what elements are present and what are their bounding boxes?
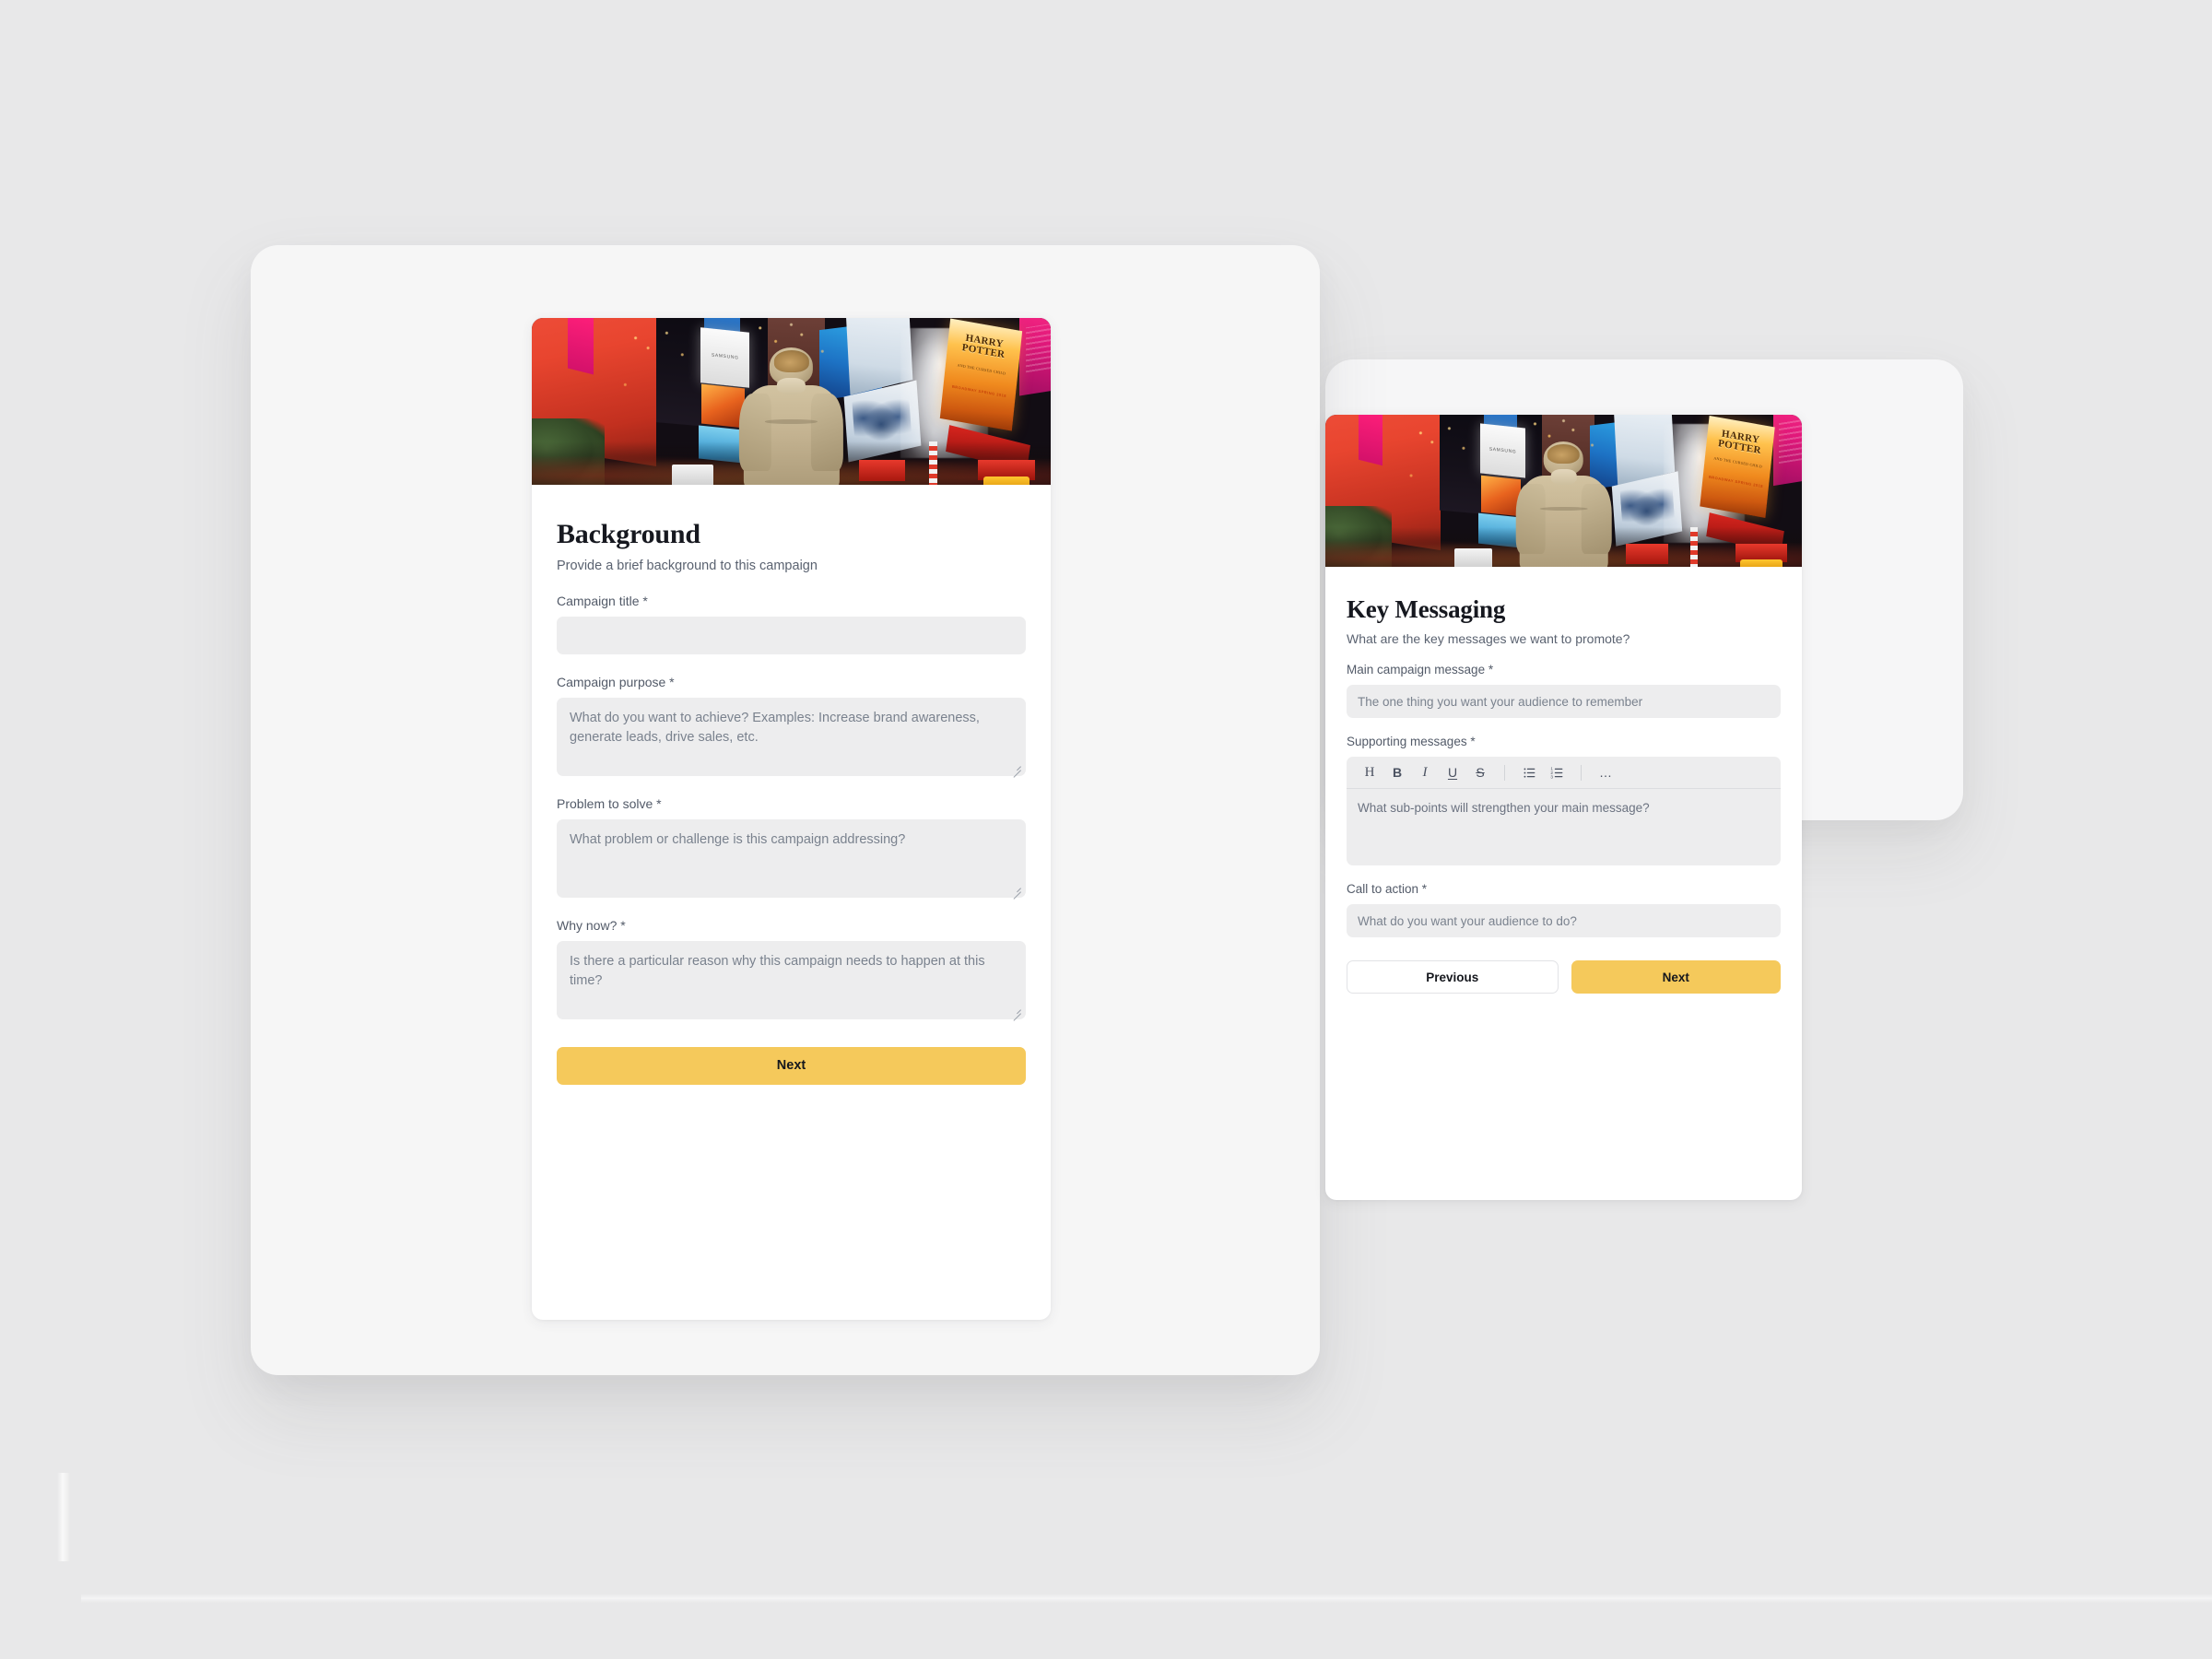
page-title-background: Background — [557, 519, 700, 549]
label-main-campaign-message: Main campaign message * — [1347, 663, 1494, 677]
label-problem-to-solve: Problem to solve * — [557, 795, 662, 811]
background-artifact-horizontal — [81, 1594, 2212, 1603]
toolbar-divider-1 — [1504, 764, 1505, 781]
hero-red-sign-left — [858, 459, 906, 482]
field-why-now: Why now? * — [557, 918, 1026, 1019]
hero-taxi — [982, 476, 1030, 485]
next-button-background[interactable]: Next — [557, 1046, 1026, 1085]
previous-button[interactable]: Previous — [1347, 960, 1559, 994]
page-subtitle-key-messaging: What are the key messages we want to pro… — [1347, 631, 1630, 647]
field-call-to-action: Call to action * — [1347, 882, 1781, 938]
hero-striped-pole — [928, 441, 937, 485]
input-main-campaign-message[interactable] — [1347, 685, 1781, 719]
label-campaign-purpose: Campaign purpose * — [557, 674, 675, 689]
label-supporting-messages: Supporting messages * — [1347, 735, 1476, 749]
heading-icon[interactable]: H — [1358, 760, 1382, 784]
more-options-icon[interactable]: … — [1594, 760, 1618, 784]
hero-red-sign-left — [1625, 544, 1669, 564]
hero-taxi — [1739, 559, 1783, 567]
label-campaign-title: Campaign title * — [557, 593, 648, 608]
field-campaign-purpose: Campaign purpose * — [557, 675, 1026, 776]
hero-street-cart — [1453, 548, 1492, 567]
richtext-placeholder[interactable]: What sub-points will strengthen your mai… — [1347, 789, 1781, 865]
hero-person — [736, 345, 845, 485]
bulleted-list-icon[interactable] — [1517, 760, 1541, 784]
hero-street-cart — [672, 465, 714, 485]
textarea-why-now[interactable] — [557, 940, 1026, 1019]
input-campaign-title[interactable] — [557, 616, 1026, 654]
bold-icon[interactable]: B — [1385, 760, 1409, 784]
page-title-key-messaging: Key Messaging — [1347, 595, 1506, 623]
button-row-key-messaging: Previous Next — [1347, 960, 1781, 994]
card-key-messaging: HARRY POTTER AND THE CURSED CHILD BROADW… — [1325, 415, 1802, 1200]
field-supporting-messages: Supporting messages * H B I U S 1 2 3 … … — [1347, 735, 1781, 866]
card-background: HARRY POTTER AND THE CURSED CHILD BROADW… — [532, 318, 1051, 1320]
richtext-toolbar: H B I U S 1 2 3 … — [1347, 757, 1781, 790]
underline-icon[interactable]: U — [1441, 760, 1465, 784]
hero-image-key-messaging: HARRY POTTER AND THE CURSED CHILD BROADW… — [1325, 415, 1802, 567]
next-button-key-messaging[interactable]: Next — [1571, 960, 1781, 994]
field-campaign-title: Campaign title * — [557, 594, 1026, 654]
textarea-problem-to-solve[interactable] — [557, 818, 1026, 898]
toolbar-divider-2 — [1581, 764, 1582, 781]
strikethrough-icon[interactable]: S — [1468, 760, 1492, 784]
numbered-list-icon[interactable]: 1 2 3 — [1545, 760, 1569, 784]
field-main-campaign-message: Main campaign message * — [1347, 663, 1781, 719]
input-call-to-action[interactable] — [1347, 904, 1781, 938]
hero-image-background: HARRY POTTER AND THE CURSED CHILD BROADW… — [532, 318, 1051, 485]
page-subtitle-background: Provide a brief background to this campa… — [557, 558, 818, 573]
richtext-editor-supporting-messages: H B I U S 1 2 3 … What sub-points will s… — [1347, 757, 1781, 866]
label-why-now: Why now? * — [557, 917, 626, 933]
hero-person — [1513, 439, 1614, 567]
svg-text:3: 3 — [1550, 774, 1553, 779]
hero-striped-pole — [1689, 527, 1698, 567]
label-call-to-action: Call to action * — [1347, 882, 1428, 897]
italic-icon[interactable]: I — [1413, 760, 1437, 784]
field-problem-to-solve: Problem to solve * — [557, 796, 1026, 898]
background-artifact-vertical — [57, 1473, 70, 1561]
textarea-campaign-purpose[interactable] — [557, 697, 1026, 776]
